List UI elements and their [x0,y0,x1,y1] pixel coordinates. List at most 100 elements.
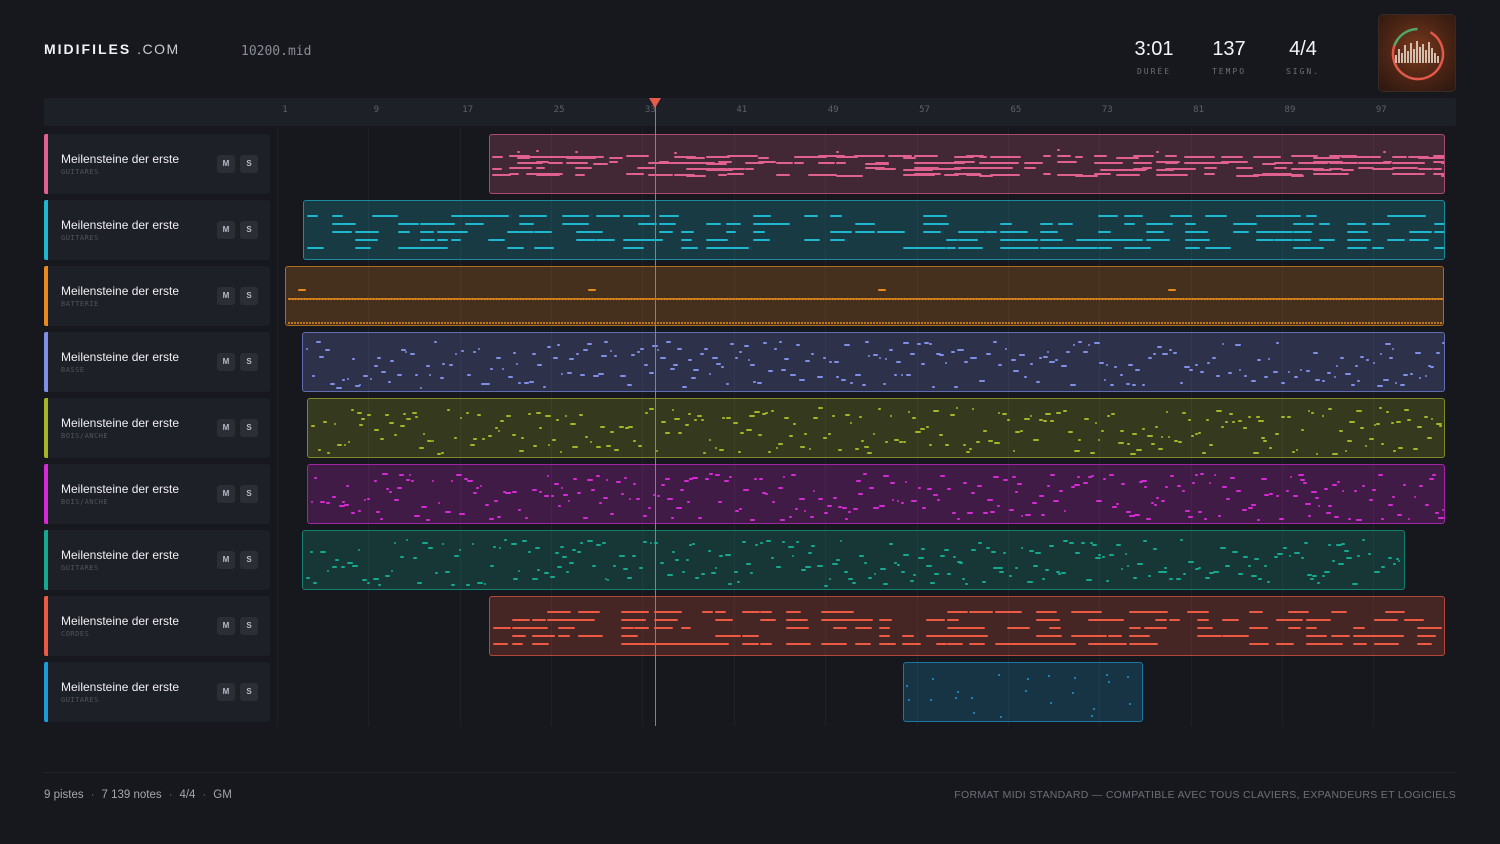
midi-note [1153,353,1157,355]
midi-note [691,543,696,545]
solo-button[interactable]: S [240,221,258,239]
site-logo[interactable]: MIDIFILES .COM [44,41,180,57]
solo-button[interactable]: S [240,287,258,305]
playhead-marker-icon[interactable] [649,98,661,108]
midi-note [1362,322,1364,324]
midi-note [1024,167,1036,169]
midi-clip[interactable] [489,134,1446,194]
midi-note [953,167,982,169]
midi-note [1105,580,1109,582]
midi-note [297,322,299,324]
midi-note [1106,415,1111,417]
midi-note [985,231,997,233]
midi-note [1335,322,1337,324]
solo-button[interactable]: S [240,617,258,635]
midi-note [509,154,513,157]
midi-note [1013,370,1019,372]
midi-note [1005,162,1016,164]
midi-clip[interactable] [902,662,1143,722]
midi-note [481,438,485,440]
midi-note [1319,239,1336,241]
midi-note [1020,547,1024,549]
mute-button[interactable]: M [217,551,235,569]
midi-note [534,322,536,324]
track-header[interactable]: Meilensteine der erste GUITARES M S [44,134,270,194]
midi-note [808,448,812,450]
midi-clip[interactable] [285,266,1445,326]
track-header[interactable]: Meilensteine der erste BOIS/ANCHE M S [44,398,270,458]
midi-note [1074,322,1076,324]
midi-note [1347,440,1352,442]
track-header[interactable]: Meilensteine der erste GUITARES M S [44,662,270,722]
midi-note [1338,322,1340,324]
track-header[interactable]: Meilensteine der erste BASSE M S [44,332,270,392]
midi-clip[interactable] [303,200,1446,260]
midi-note [1148,357,1152,359]
midi-note [1169,578,1174,580]
midi-clip[interactable] [306,398,1446,458]
midi-note [706,223,721,225]
solo-button[interactable]: S [240,485,258,503]
midi-note [1197,511,1203,513]
track-name: Meilensteine der erste [61,416,180,430]
solo-button[interactable]: S [240,419,258,437]
midi-note [918,557,924,559]
track-header[interactable]: Meilensteine der erste BOIS/ANCHE M S [44,464,270,524]
midi-note [432,322,434,324]
midi-clip[interactable] [489,596,1446,656]
bar-ruler[interactable]: 1 9 17 25 33 41 49 57 65 73 81 89 97 [44,98,1456,126]
solo-button[interactable]: S [240,683,258,701]
midi-note [853,508,859,510]
midi-note [1319,223,1331,225]
midi-clip[interactable] [302,530,1406,590]
midi-clip[interactable] [302,332,1446,392]
midi-clip[interactable] [306,464,1446,524]
midi-note [835,162,847,164]
mute-button[interactable]: M [217,287,235,305]
mute-button[interactable]: M [217,155,235,173]
mute-button[interactable]: M [217,485,235,503]
midi-note [547,444,551,446]
midi-note [1293,322,1295,324]
midi-note [557,505,562,507]
midi-note [1038,322,1040,324]
midi-note [475,487,480,489]
midi-note [748,415,755,417]
solo-button[interactable]: S [240,353,258,371]
midi-note [1310,578,1314,580]
midi-note [632,440,636,442]
mute-button[interactable]: M [217,617,235,635]
midi-note [786,619,809,621]
midi-note [384,322,386,324]
mute-button[interactable]: M [217,683,235,701]
mute-button[interactable]: M [217,419,235,437]
track-header[interactable]: Meilensteine der erste CORDES M S [44,596,270,656]
midi-note [929,444,932,446]
midi-note [1155,151,1159,154]
solo-button[interactable]: S [240,155,258,173]
midi-note [957,322,959,324]
mute-button[interactable]: M [217,353,235,371]
playhead[interactable] [655,104,656,726]
track-header[interactable]: Meilensteine der erste BATTERIE M S [44,266,270,326]
midi-note [753,231,766,233]
midi-note [1307,574,1312,576]
midi-note [449,364,454,366]
midi-note [1288,555,1292,557]
solo-button[interactable]: S [240,551,258,569]
track-header[interactable]: Meilensteine der erste GUITARES M S [44,200,270,260]
midi-note [671,517,674,519]
midi-note [1035,322,1037,324]
midi-note [674,559,679,561]
mute-button[interactable]: M [217,221,235,239]
midi-note [913,574,916,576]
midi-note [1384,635,1404,637]
midi-note [873,322,875,324]
midi-note [1056,322,1058,324]
midi-note [1141,162,1153,164]
track-header[interactable]: Meilensteine der erste GUITARES M S [44,530,270,590]
midi-note [320,501,325,503]
midi-note [794,162,805,164]
midi-note [969,322,971,324]
midi-note [1000,231,1029,233]
